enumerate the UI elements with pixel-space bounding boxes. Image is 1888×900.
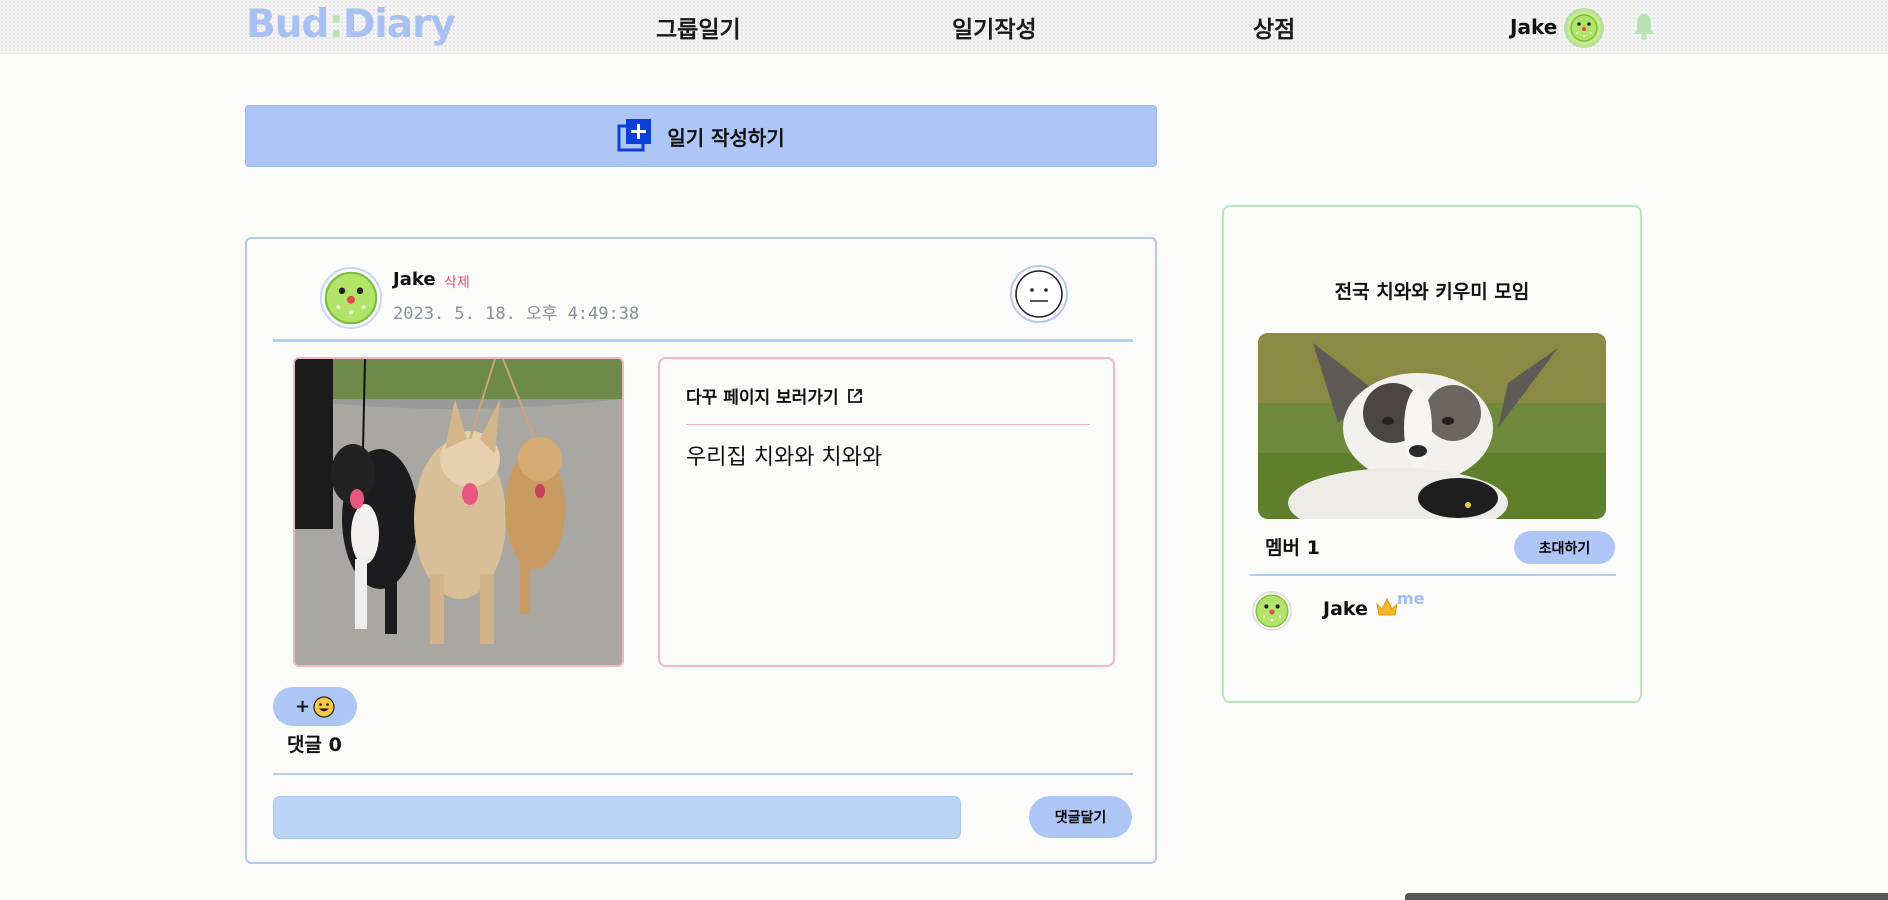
group-photo (1258, 333, 1606, 519)
add-reaction-plus: + (294, 696, 311, 717)
logo-text-bud: Bud (246, 2, 329, 47)
post-author-name: Jake (393, 269, 436, 290)
member-avatar[interactable] (1252, 591, 1292, 631)
crown-icon (1375, 597, 1398, 616)
header-user-name[interactable]: Jake (1510, 15, 1557, 39)
nav-group-diary[interactable]: 그룹일기 (656, 10, 741, 44)
comment-count: 댓글 0 (287, 734, 342, 756)
dakku-page-link-label: 다꾸 페이지 보러가기 (686, 388, 839, 408)
external-link-icon (847, 388, 862, 403)
post-header-divider (273, 339, 1133, 342)
smiley-icon (313, 695, 335, 718)
post-author-avatar[interactable] (320, 267, 382, 329)
logo-colon: : (328, 2, 344, 47)
post-photo[interactable] (293, 357, 624, 667)
diary-post-card: Jake 삭제 2023. 5. 18. 오후 4:49:38 다꾸 페이지 보… (245, 237, 1157, 864)
top-nav: Bud:Diary 그룹일기 일기작성 상점 Jake (0, 0, 1888, 54)
window-taskbar-edge (1405, 893, 1888, 900)
delete-post-link[interactable]: 삭제 (444, 272, 470, 292)
nav-write-diary[interactable]: 일기작성 (952, 10, 1037, 44)
member-count: 멤버 1 (1265, 537, 1320, 559)
write-diary-button[interactable]: 일기 작성하기 (245, 105, 1157, 167)
chihuahua-photo (295, 359, 622, 665)
post-date: 2023. 5. 18. 오후 4:49:38 (393, 304, 640, 324)
invite-button[interactable]: 초대하기 (1514, 531, 1615, 564)
comment-divider (273, 773, 1133, 775)
diary-content: 우리집 치와와 치와와 (686, 445, 883, 470)
cucumber-face-icon (324, 271, 378, 325)
nav-shop[interactable]: 상점 (1253, 10, 1295, 44)
mood-indicator (1010, 265, 1068, 323)
add-copy-icon (617, 119, 652, 152)
neutral-face-icon (1015, 270, 1063, 318)
diary-text-box: 다꾸 페이지 보러가기 우리집 치와와 치와와 (658, 357, 1115, 667)
write-diary-label: 일기 작성하기 (667, 125, 785, 150)
cucumber-face-icon (1570, 14, 1598, 42)
member-name-text: Jake (1323, 598, 1368, 620)
add-reaction-button[interactable]: + (273, 687, 357, 726)
submit-comment-button[interactable]: 댓글달기 (1029, 796, 1132, 838)
group-info-card: 전국 치와와 키우미 모임 멤버 1 초대하기 Jake me (1222, 205, 1642, 703)
text-box-divider (686, 424, 1090, 425)
chihuahua-group-photo (1258, 333, 1606, 519)
logo[interactable]: Bud:Diary (246, 2, 456, 47)
member-divider (1250, 574, 1616, 576)
bell-icon[interactable] (1632, 12, 1656, 42)
cucumber-face-icon (1255, 594, 1289, 628)
me-badge: me (1397, 589, 1425, 608)
header-avatar[interactable] (1564, 8, 1604, 48)
member-name: Jake (1323, 596, 1399, 620)
logo-text-diary: Diary (343, 2, 456, 47)
comment-input[interactable] (273, 796, 961, 839)
group-title: 전국 치와와 키우미 모임 (1334, 281, 1530, 303)
dakku-page-link[interactable]: 다꾸 페이지 보러가기 (686, 383, 863, 408)
